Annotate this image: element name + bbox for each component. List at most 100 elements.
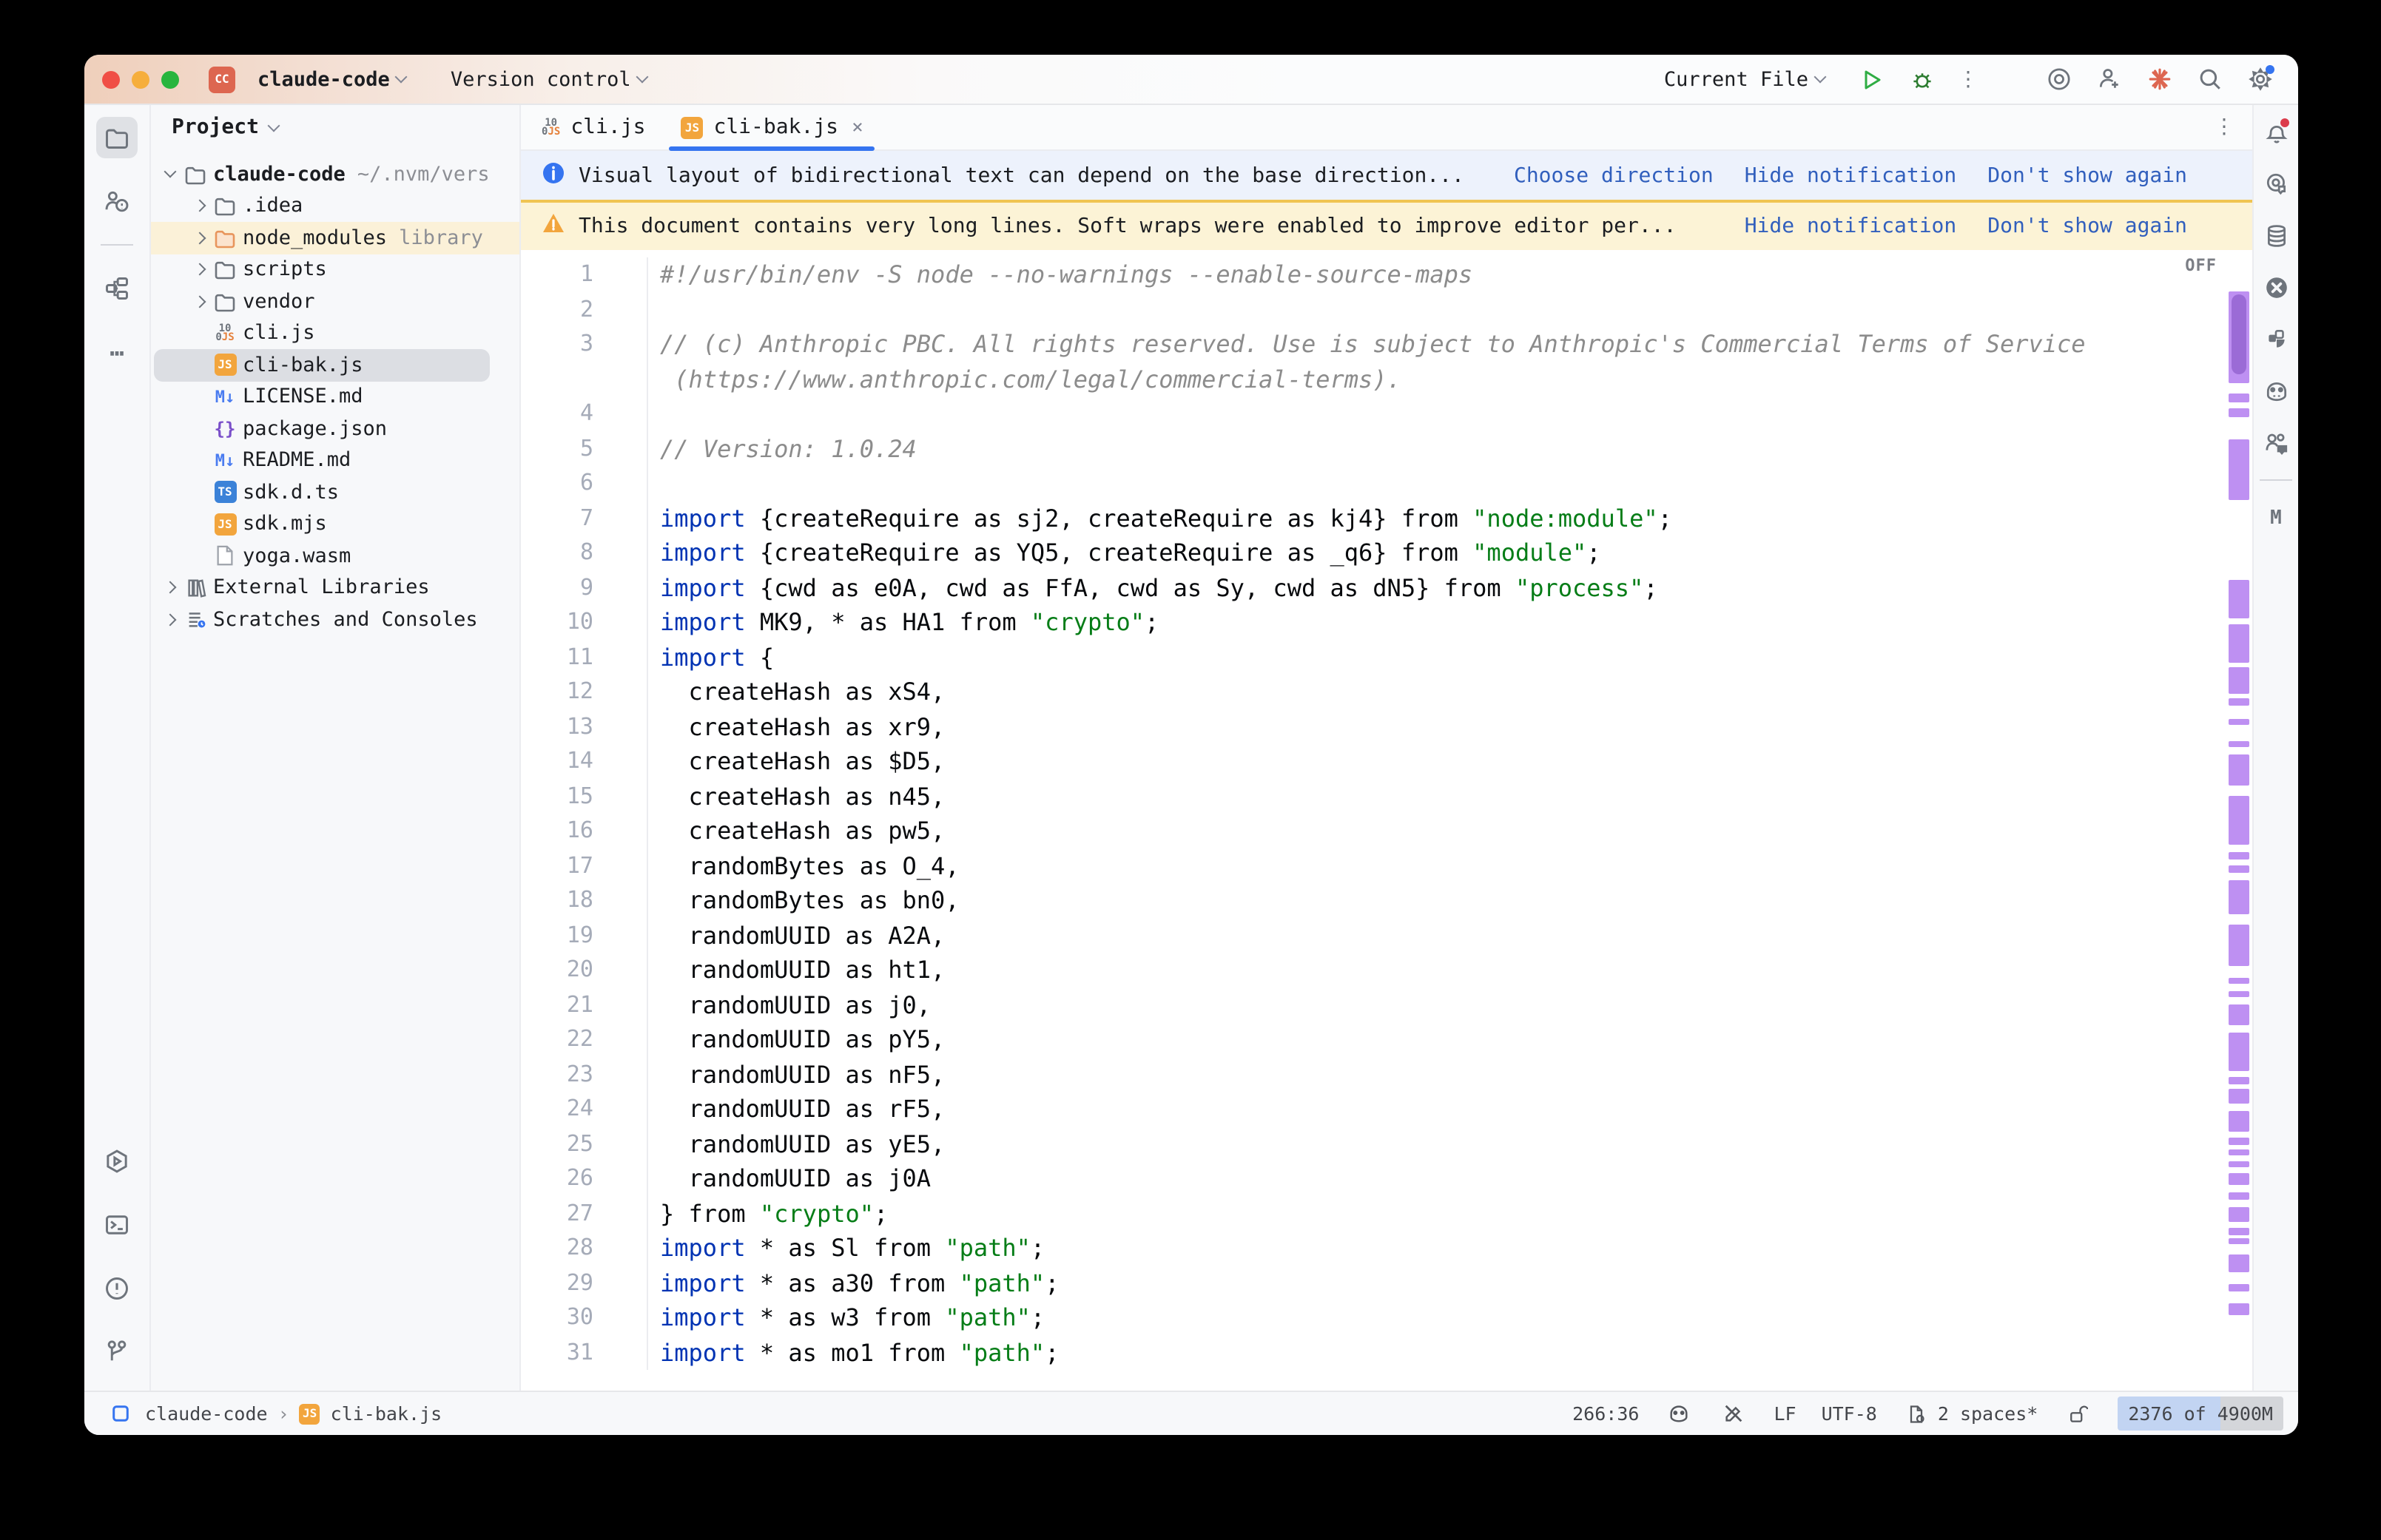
vcs-change-marker[interactable] — [2229, 667, 2249, 694]
vcs-change-marker[interactable] — [2229, 1192, 2249, 1200]
project-panel-header[interactable]: Project — [151, 105, 519, 149]
vcs-change-marker[interactable] — [2229, 1161, 2249, 1167]
inspections-off-label[interactable]: OFF — [2185, 256, 2217, 275]
code-line-20[interactable]: 20 randomUUID as ht1, — [521, 953, 2252, 987]
vcs-change-marker[interactable] — [2229, 1254, 2249, 1272]
vcs-change-marker[interactable] — [2229, 719, 2249, 725]
hide-notification-link[interactable]: Hide notification — [1745, 215, 1957, 238]
copilot-button[interactable] — [2261, 376, 2291, 405]
code-line-16[interactable]: 16 createHash as pw5, — [521, 814, 2252, 848]
x-plugin-button[interactable] — [2261, 272, 2291, 302]
tree-item-sdk-mjs[interactable]: JSsdk.mjs — [151, 508, 519, 540]
vcs-change-marker[interactable] — [2229, 1228, 2249, 1235]
code-line-7[interactable]: 7import {createRequire as sj2, createReq… — [521, 501, 2252, 536]
plugin-shape-button[interactable] — [2261, 324, 2291, 354]
run-configuration-select[interactable]: Current File — [1652, 61, 1836, 97]
more-tool-windows-button[interactable]: ⋯ — [96, 331, 138, 373]
code-line-25[interactable]: 25 randomUUID as yE5, — [521, 1127, 2252, 1161]
more-actions-button[interactable]: ⋮ — [1958, 67, 1978, 91]
project-tool-button[interactable] — [96, 117, 138, 158]
close-window-button[interactable] — [102, 70, 120, 88]
chevron-right-icon[interactable] — [189, 266, 210, 274]
tree-item-external-libraries[interactable]: External Libraries — [151, 572, 519, 604]
vcs-change-marker[interactable] — [2229, 394, 2249, 402]
caret-position-widget[interactable]: 266:36 — [1572, 1402, 1639, 1425]
code-line-27[interactable]: 27} from "crypto"; — [521, 1196, 2252, 1231]
vcs-change-marker[interactable] — [2229, 1173, 2249, 1185]
tab-options-button[interactable]: ⋮ — [2214, 115, 2234, 139]
ai-chat-button[interactable] — [2261, 169, 2291, 198]
vcs-change-marker[interactable] — [2229, 1004, 2249, 1025]
close-tab-icon[interactable]: × — [849, 116, 863, 138]
code-line-19[interactable]: 19 randomUUID as A2A, — [521, 918, 2252, 953]
run-button[interactable] — [1857, 64, 1887, 94]
vcs-change-marker[interactable] — [2229, 991, 2249, 997]
code-line-26[interactable]: 26 randomUUID as j0A — [521, 1161, 2252, 1196]
vcs-menu[interactable]: Version control — [439, 61, 659, 97]
debug-button[interactable] — [1907, 64, 1937, 94]
code-line-2[interactable]: 2 — [521, 292, 2252, 327]
tree-item-scripts[interactable]: scripts — [151, 254, 519, 286]
choose-direction-link[interactable]: Choose direction — [1514, 163, 1714, 187]
vcs-change-marker[interactable] — [2229, 1033, 2249, 1071]
search-everywhere-icon[interactable] — [2195, 64, 2224, 94]
structure-tool-button[interactable] — [96, 268, 138, 309]
tree-item-vendor[interactable]: vendor — [151, 286, 519, 317]
services-tool-button[interactable] — [96, 1141, 138, 1182]
vcs-change-marker[interactable] — [2229, 1138, 2249, 1145]
code-line-12[interactable]: 12 createHash as xS4, — [521, 675, 2252, 709]
chevron-right-icon[interactable] — [160, 584, 181, 592]
line-ending-widget[interactable]: LF — [1774, 1402, 1796, 1425]
editor-error-stripe[interactable] — [2229, 250, 2251, 1391]
tree-item-sdk-d-ts[interactable]: TSsdk.d.ts — [151, 476, 519, 508]
code-line-30[interactable]: 30import * as w3 from "path"; — [521, 1300, 2252, 1335]
code-line-31[interactable]: 31import * as mo1 from "path"; — [521, 1335, 2252, 1370]
tree-item-license-md[interactable]: M↓LICENSE.md — [151, 381, 519, 413]
git-tool-button[interactable] — [96, 1331, 138, 1373]
settings-gear-icon[interactable] — [2245, 64, 2274, 94]
vcs-change-marker[interactable] — [2229, 1207, 2249, 1222]
code-line-21[interactable]: 21 randomUUID as j0, — [521, 987, 2252, 1022]
database-button[interactable] — [2261, 220, 2291, 250]
dont-show-again-link[interactable]: Don't show again — [1987, 215, 2187, 238]
vcs-change-marker[interactable] — [2229, 852, 2249, 860]
vcs-change-marker[interactable] — [2229, 796, 2249, 845]
vcs-change-marker[interactable] — [2229, 1089, 2249, 1104]
vcs-change-marker[interactable] — [2229, 754, 2249, 786]
breadcrumb-file[interactable]: cli-bak.js — [331, 1402, 442, 1425]
readonly-lock-icon[interactable] — [2063, 1399, 2092, 1428]
vcs-change-marker[interactable] — [2229, 1111, 2249, 1132]
code-line-14[interactable]: 14 createHash as $D5, — [521, 744, 2252, 779]
vcs-change-marker[interactable] — [2229, 880, 2249, 914]
m-plugin-button[interactable]: M — [2261, 503, 2291, 533]
code-line-wrap[interactable]: (https://www.anthropic.com/legal/commerc… — [521, 362, 2252, 396]
vcs-change-marker[interactable] — [2229, 1077, 2249, 1084]
tree-item-claude-code[interactable]: claude-code~/.nvm/vers — [151, 158, 519, 190]
code-line-3[interactable]: 3// (c) Anthropic PBC. All rights reserv… — [521, 327, 2252, 362]
tree-item-cli-bak-js[interactable]: JScli-bak.js — [151, 349, 519, 381]
minimize-window-button[interactable] — [132, 70, 149, 88]
dont-show-again-link[interactable]: Don't show again — [1987, 163, 2187, 187]
tree-item-node-modules[interactable]: node_moduleslibrary — [151, 222, 519, 254]
chevron-right-icon[interactable] — [160, 615, 181, 624]
vcs-requests-tool-button[interactable] — [96, 180, 138, 222]
code-line-1[interactable]: 1#!/usr/bin/env -S node --no-warnings --… — [521, 257, 2252, 292]
code-line-29[interactable]: 29import * as a30 from "path"; — [521, 1266, 2252, 1300]
code-with-me-button[interactable] — [2261, 428, 2291, 457]
code-line-18[interactable]: 18 randomBytes as bn0, — [521, 883, 2252, 918]
ai-assistant-icon[interactable] — [2144, 64, 2174, 94]
code-line-28[interactable]: 28import * as Sl from "path"; — [521, 1231, 2252, 1266]
copilot-status-icon[interactable] — [1664, 1399, 1694, 1428]
breadcrumb-project[interactable]: claude-code — [145, 1402, 268, 1425]
tab-cli-bak-js[interactable]: JS cli-bak.js × — [663, 105, 880, 149]
tree-item-readme-md[interactable]: M↓README.md — [151, 445, 519, 476]
code-line-15[interactable]: 15 createHash as n45, — [521, 779, 2252, 814]
code-line-17[interactable]: 17 randomBytes as O_4, — [521, 848, 2252, 883]
vcs-change-marker[interactable] — [2229, 580, 2249, 618]
indent-widget[interactable]: 2 spaces* — [1902, 1399, 2038, 1428]
code-line-11[interactable]: 11import { — [521, 640, 2252, 675]
tree-item-package-json[interactable]: {}package.json — [151, 413, 519, 445]
terminal-tool-button[interactable] — [96, 1204, 138, 1246]
code-line-23[interactable]: 23 randomUUID as nF5, — [521, 1057, 2252, 1092]
code-line-22[interactable]: 22 randomUUID as pY5, — [521, 1022, 2252, 1057]
